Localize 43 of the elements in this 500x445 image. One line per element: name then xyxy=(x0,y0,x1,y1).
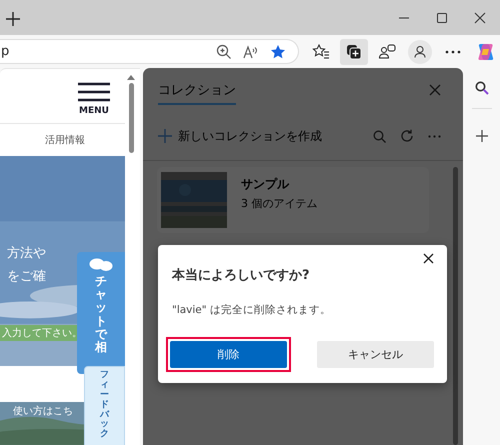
hero-text: 方法や xyxy=(7,244,46,262)
collection-name: サンプル xyxy=(241,176,290,193)
close-icon[interactable] xyxy=(423,253,434,264)
star-list-icon xyxy=(312,42,330,60)
banner-text[interactable]: 使い方はこち xyxy=(13,404,73,418)
scrollbar[interactable] xyxy=(453,167,458,445)
profile-icon xyxy=(408,40,432,64)
chat-bubbles-icon xyxy=(89,258,113,272)
dialog-message: "lavie" は完全に削除されます。 xyxy=(172,303,332,317)
add-icon[interactable] xyxy=(476,130,488,142)
item-count: 3 個のアイテム xyxy=(241,196,318,211)
close-icon[interactable] xyxy=(474,12,486,24)
delete-button[interactable]: 削除 xyxy=(170,341,287,368)
more-icon xyxy=(445,50,461,54)
cancel-button[interactable]: キャンセル xyxy=(317,341,434,368)
refresh-icon[interactable] xyxy=(400,129,414,143)
collections-button[interactable] xyxy=(340,38,368,64)
nav-link[interactable]: 活用情報 xyxy=(45,132,85,147)
collection-card[interactable]: サンプル 3 個のアイテム xyxy=(157,167,429,233)
zoom-icon[interactable] xyxy=(216,44,232,60)
input-hint-bar[interactable]: 入力して下さい。 xyxy=(0,324,78,341)
star-icon[interactable] xyxy=(270,44,286,60)
dialog-title: 本当によろしいですか? xyxy=(172,267,310,284)
address-bar[interactable]: p xyxy=(0,39,299,64)
maximize-icon[interactable] xyxy=(436,12,448,24)
people-icon xyxy=(378,42,396,60)
url-text: p xyxy=(0,44,10,59)
profile-button[interactable] xyxy=(406,38,434,64)
hero-text: をご確 xyxy=(7,268,46,285)
scroll-up-icon xyxy=(127,75,135,80)
panel-title: コレクション xyxy=(158,81,236,105)
plus-icon xyxy=(158,129,172,143)
read-aloud-icon[interactable] xyxy=(243,44,259,60)
new-tab-icon[interactable] xyxy=(5,10,21,26)
search-icon[interactable] xyxy=(474,81,488,95)
scroll-thumb[interactable] xyxy=(128,83,134,153)
copilot-icon xyxy=(476,42,496,62)
new-collection-button[interactable]: 新しいコレクションを作成 xyxy=(158,128,322,144)
menu-icon xyxy=(77,82,111,102)
feedback-tab[interactable]: フィードバック xyxy=(84,366,125,445)
menu-button[interactable]: MENU xyxy=(77,82,111,116)
collections-icon xyxy=(345,42,363,60)
more-icon[interactable] xyxy=(428,134,441,138)
